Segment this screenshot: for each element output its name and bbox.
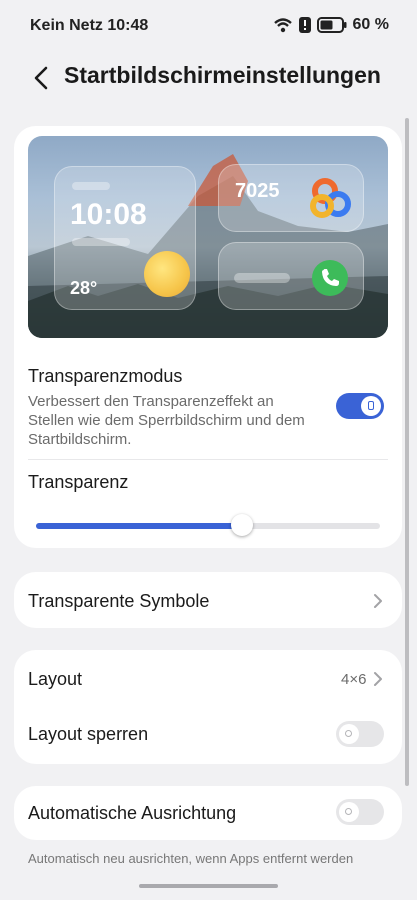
chevron-right-icon xyxy=(374,594,382,608)
divider xyxy=(28,459,388,460)
preview-clock: 10:08 xyxy=(70,198,147,231)
page-header: Startbildschirmeinstellungen xyxy=(0,52,417,104)
chevron-right-icon xyxy=(374,672,382,686)
toggle-knob xyxy=(339,802,359,822)
lock-layout-toggle[interactable] xyxy=(336,721,384,747)
toggle-knob xyxy=(361,396,381,416)
transparent-icons-title: Transparente Symbole xyxy=(28,591,210,611)
auto-align-title: Automatische Ausrichtung xyxy=(28,803,237,823)
activity-rings-icon xyxy=(310,178,351,218)
auto-align-description: Automatisch neu ausrichten, wenn Apps en… xyxy=(28,851,354,866)
phone-icon xyxy=(312,260,348,296)
layout-value: 4×6 xyxy=(341,671,367,688)
transparency-mode-toggle[interactable] xyxy=(336,393,384,419)
slider-thumb[interactable] xyxy=(231,514,254,536)
transparency-card: 10:08 28° 7025 Transparenzmodus Verbesse… xyxy=(14,126,402,548)
carrier-time: Kein Netz 10:48 xyxy=(30,17,149,34)
slider-fill xyxy=(36,523,243,529)
transparency-title: Transparenz xyxy=(28,472,129,492)
status-bar: Kein Netz 10:48 60 % xyxy=(0,0,417,52)
battery-percent: 60 % xyxy=(352,16,389,33)
sun-icon xyxy=(144,251,190,297)
layout-row[interactable]: Layout 4×6 xyxy=(14,650,402,707)
home-indicator[interactable] xyxy=(139,884,278,888)
lock-layout-title: Layout sperren xyxy=(28,724,149,744)
alert-icon xyxy=(298,17,311,33)
page-title: Startbildschirmeinstellungen xyxy=(64,62,381,88)
transparent-icons-row[interactable]: Transparente Symbole xyxy=(14,572,402,628)
auto-align-card: Automatische Ausrichtung xyxy=(14,786,402,840)
transparency-mode-description: Verbessert den Transparenzeffekt an Stel… xyxy=(28,393,305,448)
placeholder-bar xyxy=(72,182,110,190)
battery-icon xyxy=(316,17,347,33)
toggle-knob xyxy=(339,724,359,744)
transparency-mode-title: Transparenzmodus xyxy=(28,366,183,386)
transparency-slider[interactable] xyxy=(36,514,380,537)
preview-steps: 7025 xyxy=(235,180,280,202)
preview-temperature: 28° xyxy=(70,278,98,298)
status-icons: 60 % xyxy=(273,16,389,34)
layout-title: Layout xyxy=(28,669,83,689)
wifi-icon xyxy=(273,17,293,33)
placeholder-bar xyxy=(234,273,290,283)
auto-align-toggle[interactable] xyxy=(336,799,384,825)
layout-card: Layout 4×6 Layout sperren xyxy=(14,650,402,764)
placeholder-bar xyxy=(72,238,130,246)
back-arrow-icon[interactable] xyxy=(30,64,54,92)
preview-wallpaper: 10:08 28° 7025 xyxy=(28,136,388,338)
scrollbar[interactable] xyxy=(405,118,409,786)
